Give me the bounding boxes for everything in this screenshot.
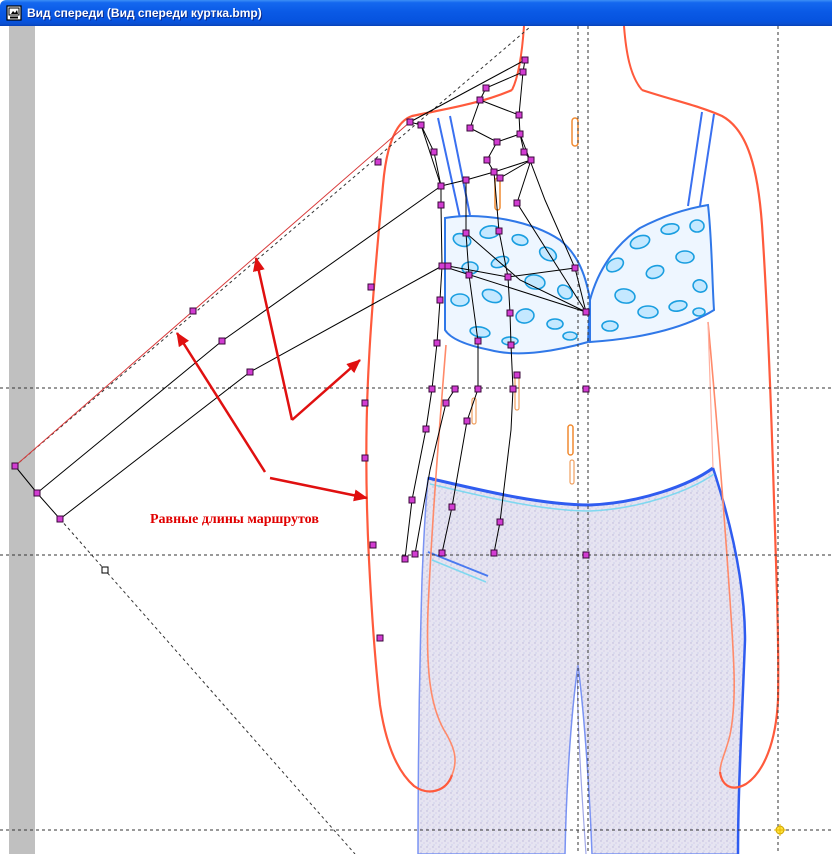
pattern-node[interactable] bbox=[476, 96, 484, 104]
pattern-node[interactable] bbox=[465, 271, 473, 279]
pattern-node[interactable] bbox=[516, 130, 524, 138]
bra-pattern-spot bbox=[546, 318, 564, 330]
pattern-node[interactable] bbox=[406, 118, 414, 126]
pattern-node[interactable] bbox=[361, 399, 369, 407]
pattern-node[interactable] bbox=[437, 201, 445, 209]
arrow-to-body-side bbox=[269, 476, 368, 502]
pattern-node[interactable] bbox=[483, 156, 491, 164]
pattern-node[interactable] bbox=[376, 634, 384, 642]
pattern-node[interactable] bbox=[463, 417, 471, 425]
bra-pattern-spot bbox=[692, 307, 706, 317]
bra-pattern-spot bbox=[637, 305, 659, 319]
pattern-node[interactable] bbox=[521, 56, 529, 64]
pattern-node[interactable] bbox=[495, 227, 503, 235]
pattern-node[interactable] bbox=[462, 176, 470, 184]
pattern-node[interactable] bbox=[496, 174, 504, 182]
pattern-node[interactable] bbox=[246, 368, 254, 376]
pattern-line bbox=[440, 159, 532, 187]
skin-mark bbox=[571, 117, 579, 147]
pattern-node[interactable] bbox=[582, 551, 590, 559]
icon-base bbox=[10, 16, 18, 19]
pattern-node[interactable] bbox=[509, 385, 517, 393]
red-route-line bbox=[14, 121, 411, 467]
right-bra-strap-inner bbox=[699, 113, 715, 207]
pattern-node[interactable] bbox=[513, 371, 521, 379]
pattern-node[interactable] bbox=[411, 550, 419, 558]
pattern-line bbox=[479, 99, 520, 116]
arrow-to-body-right bbox=[291, 359, 361, 421]
pattern-line bbox=[59, 265, 443, 520]
pattern-node[interactable] bbox=[218, 337, 226, 345]
pattern-node[interactable] bbox=[408, 496, 416, 504]
pattern-node[interactable] bbox=[527, 156, 535, 164]
pattern-node[interactable] bbox=[451, 385, 459, 393]
pattern-node[interactable] bbox=[361, 454, 369, 462]
skin-mark bbox=[569, 459, 575, 485]
pattern-node[interactable] bbox=[11, 462, 19, 470]
pattern-node[interactable] bbox=[490, 168, 498, 176]
pattern-node[interactable] bbox=[493, 138, 501, 146]
bra-pattern-spot bbox=[601, 320, 619, 332]
pattern-node[interactable] bbox=[422, 425, 430, 433]
pattern-node[interactable] bbox=[515, 111, 523, 119]
pattern-node[interactable] bbox=[442, 399, 450, 407]
pattern-node[interactable] bbox=[428, 385, 436, 393]
bra-pattern-spot bbox=[450, 293, 470, 307]
pattern-node[interactable] bbox=[433, 339, 441, 347]
pattern-node[interactable] bbox=[519, 68, 527, 76]
pattern-node[interactable] bbox=[430, 148, 438, 156]
pattern-node[interactable] bbox=[462, 229, 470, 237]
app-window-icon[interactable] bbox=[6, 5, 22, 21]
bra-pattern-spot bbox=[689, 219, 705, 233]
pattern-node[interactable] bbox=[507, 341, 515, 349]
pattern-node[interactable] bbox=[506, 309, 514, 317]
arrow-to-red-route bbox=[252, 257, 294, 421]
pattern-node[interactable] bbox=[504, 273, 512, 281]
arrow-to-middle-route bbox=[175, 332, 267, 473]
pattern-node[interactable] bbox=[466, 124, 474, 132]
mannequin-image bbox=[365, 25, 780, 854]
annotation-label: Равные длины маршрутов bbox=[150, 512, 319, 527]
pattern-node[interactable] bbox=[571, 264, 579, 272]
window-title: Вид спереди (Вид спереди куртка.bmp) bbox=[27, 6, 262, 20]
pattern-node[interactable] bbox=[438, 262, 446, 270]
pattern-node[interactable] bbox=[582, 308, 590, 316]
skin-mark bbox=[567, 424, 574, 456]
pattern-node[interactable] bbox=[582, 385, 590, 393]
app-window: Вид спереди (Вид спереди куртка.bmp) Рав… bbox=[0, 0, 832, 854]
pattern-node[interactable] bbox=[33, 489, 41, 497]
pattern-node[interactable] bbox=[496, 518, 504, 526]
pattern-node[interactable] bbox=[369, 541, 377, 549]
pattern-node[interactable] bbox=[513, 199, 521, 207]
pattern-node[interactable] bbox=[189, 307, 197, 315]
pattern-node[interactable] bbox=[438, 549, 446, 557]
pattern-node[interactable] bbox=[482, 84, 490, 92]
right-neck-outline bbox=[623, 25, 643, 91]
title-bar[interactable]: Вид спереди (Вид спереди куртка.bmp) bbox=[0, 0, 832, 26]
bra-pattern-spot bbox=[562, 331, 578, 341]
pattern-node[interactable] bbox=[417, 121, 425, 129]
guide-node[interactable] bbox=[101, 566, 109, 574]
pattern-node[interactable] bbox=[474, 385, 482, 393]
right-bra-strap bbox=[687, 111, 703, 207]
pattern-node[interactable] bbox=[56, 515, 64, 523]
pants-shape bbox=[417, 466, 746, 854]
pattern-node[interactable] bbox=[448, 503, 456, 511]
origin-marker-cross bbox=[774, 824, 786, 836]
pattern-node[interactable] bbox=[490, 549, 498, 557]
pattern-node[interactable] bbox=[436, 296, 444, 304]
pattern-node[interactable] bbox=[437, 182, 445, 190]
drawing-canvas[interactable]: Равные длины маршрутов bbox=[0, 0, 832, 854]
annotation-arrows bbox=[175, 257, 368, 502]
pattern-node[interactable] bbox=[520, 148, 528, 156]
pattern-node[interactable] bbox=[444, 262, 452, 270]
pattern-line bbox=[36, 185, 442, 494]
pattern-node[interactable] bbox=[474, 337, 482, 345]
pattern-node[interactable] bbox=[401, 555, 409, 563]
origin-marker-icon[interactable] bbox=[774, 824, 786, 836]
pattern-node[interactable] bbox=[374, 158, 382, 166]
bra-pattern-spot bbox=[675, 250, 695, 264]
app-window-icon-graphic bbox=[6, 5, 22, 21]
pattern-node[interactable] bbox=[367, 283, 375, 291]
